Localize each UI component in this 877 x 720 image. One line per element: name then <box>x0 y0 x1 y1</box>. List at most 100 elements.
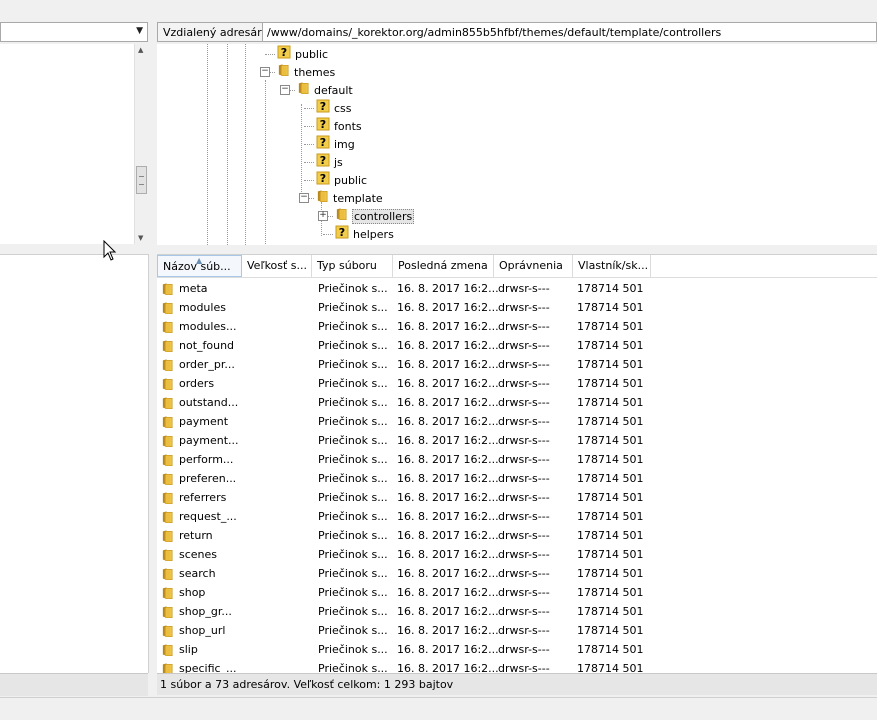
table-row[interactable]: shop_url Priečinok s... 16. 8. 2017 16:2..… <box>157 621 877 640</box>
cell-modified: 16. 8. 2017 16:2... <box>397 320 499 333</box>
local-tree-scrollbar[interactable]: ▲ ▼ <box>134 44 149 244</box>
column-header-modified[interactable]: Posledná zmena <box>393 255 494 277</box>
tree-node-css[interactable]: ? css <box>316 99 352 117</box>
table-row[interactable]: order_pr... Priečinok s... 16. 8. 2017 16:… <box>157 355 877 374</box>
table-row[interactable]: preferen... Priečinok s... 16. 8. 2017 16:… <box>157 469 877 488</box>
table-row[interactable]: return Priečinok s... 16. 8. 2017 16:2... d… <box>157 526 877 545</box>
local-tree[interactable] <box>0 44 149 244</box>
column-header-owner[interactable]: Vlastník/sk... <box>573 255 651 277</box>
cell-owner: 178714 501 <box>577 491 644 504</box>
table-row[interactable]: payment... Priečinok s... 16. 8. 2017 16:2… <box>157 431 877 450</box>
table-row[interactable]: shop_gr... Priečinok s... 16. 8. 2017 16:2… <box>157 602 877 621</box>
scroll-thumb[interactable] <box>136 166 147 194</box>
tree-guide-line <box>227 44 228 245</box>
table-row[interactable]: slip Priečinok s... 16. 8. 2017 16:2... drw… <box>157 640 877 659</box>
tree-node-label: js <box>334 156 343 169</box>
remote-status-bar: 1 súbor a 73 adresárov. Veľkosť celkom: … <box>157 673 877 695</box>
cell-modified: 16. 8. 2017 16:2... <box>397 434 499 447</box>
collapse-icon[interactable]: − <box>299 193 309 203</box>
table-row[interactable]: modules Priečinok s... 16. 8. 2017 16:2...… <box>157 298 877 317</box>
cell-type: Priečinok s... <box>318 605 388 618</box>
tree-node-default[interactable]: default <box>297 81 353 99</box>
cell-name: outstand... <box>179 396 239 409</box>
tree-node-fonts[interactable]: ? fonts <box>316 117 362 135</box>
cell-owner: 178714 501 <box>577 377 644 390</box>
cell-type: Priečinok s... <box>318 301 388 314</box>
tree-node-label: public <box>334 174 368 187</box>
cell-type: Priečinok s... <box>318 472 388 485</box>
cell-owner: 178714 501 <box>577 320 644 333</box>
chevron-down-icon[interactable]: ▼ <box>136 26 143 36</box>
cell-permissions: drwsr-s--- <box>498 529 550 542</box>
table-row[interactable]: specific_... Priečinok s... 16. 8. 2017 16… <box>157 659 877 673</box>
column-header-name[interactable]: Názov súb... ▲ <box>157 255 242 277</box>
table-row[interactable]: request_... Priečinok s... 16. 8. 2017 16:… <box>157 507 877 526</box>
tree-list-splitter[interactable] <box>157 245 877 253</box>
tree-node-helpers[interactable]: ? helpers <box>335 225 394 243</box>
cell-name: specific_... <box>179 662 237 673</box>
table-row[interactable]: search Priečinok s... 16. 8. 2017 16:2... d… <box>157 564 877 583</box>
local-file-list[interactable] <box>0 254 149 673</box>
cell-name: modules <box>179 301 226 314</box>
remote-address-input[interactable]: /www/domains/_korektor.org/admin855b5hfb… <box>262 22 877 42</box>
cell-type: Priečinok s... <box>318 662 388 673</box>
local-path-combo[interactable]: ▼ <box>0 22 148 42</box>
tree-node-template[interactable]: template <box>316 189 383 207</box>
expand-icon[interactable]: + <box>318 211 328 221</box>
tree-guide-line <box>245 44 246 245</box>
tree-node-img[interactable]: ? img <box>316 135 355 153</box>
table-row[interactable]: not_found Priečinok s... 16. 8. 2017 16:2.… <box>157 336 877 355</box>
cell-permissions: drwsr-s--- <box>498 662 550 673</box>
table-row[interactable]: perform... Priečinok s... 16. 8. 2017 16:2… <box>157 450 877 469</box>
remote-file-list[interactable]: Názov súb... ▲ Veľkosť s... Typ súboru Posle… <box>157 254 877 673</box>
svg-text:?: ? <box>320 172 326 185</box>
cell-name: search <box>179 567 216 580</box>
tree-node-public[interactable]: ? public <box>277 45 328 63</box>
cell-type: Priečinok s... <box>318 586 388 599</box>
table-row[interactable]: payment Priečinok s... 16. 8. 2017 16:2...… <box>157 412 877 431</box>
collapse-icon[interactable]: − <box>280 85 290 95</box>
tree-node-public[interactable]: ? public <box>316 171 367 189</box>
table-row[interactable]: meta Priečinok s... 16. 8. 2017 16:2... drw… <box>157 279 877 298</box>
table-row[interactable]: modules... Priečinok s... 16. 8. 2017 16:2… <box>157 317 877 336</box>
column-header-permissions[interactable]: Oprávnenia <box>494 255 573 277</box>
cell-name: perform... <box>179 453 234 466</box>
cell-name: meta <box>179 282 208 295</box>
scroll-down-icon[interactable]: ▼ <box>138 234 143 242</box>
cell-modified: 16. 8. 2017 16:2... <box>397 491 499 504</box>
cell-permissions: drwsr-s--- <box>498 586 550 599</box>
remote-tree[interactable]: ? public − themes − default? css? fonts? img? js?… <box>157 44 877 245</box>
column-header-size[interactable]: Veľkosť s... <box>242 255 312 277</box>
table-row[interactable]: shop Priečinok s... 16. 8. 2017 16:2... drw… <box>157 583 877 602</box>
cell-type: Priečinok s... <box>318 548 388 561</box>
column-header-label: Veľkosť s... <box>247 259 308 272</box>
cell-owner: 178714 501 <box>577 282 644 295</box>
tree-node-label: public <box>295 48 329 61</box>
cell-permissions: drwsr-s--- <box>498 434 550 447</box>
tree-node-controllers[interactable]: controllers <box>335 207 415 225</box>
table-row[interactable]: referrers Priečinok s... 16. 8. 2017 16:2.… <box>157 488 877 507</box>
column-header-type[interactable]: Typ súboru <box>312 255 393 277</box>
table-row[interactable]: outstand... Priečinok s... 16. 8. 2017 16:… <box>157 393 877 412</box>
svg-text:?: ? <box>320 136 326 149</box>
cell-permissions: drwsr-s--- <box>498 320 550 333</box>
tree-guide-line <box>304 144 314 145</box>
cell-modified: 16. 8. 2017 16:2... <box>397 453 499 466</box>
mouse-cursor-icon <box>103 240 117 261</box>
pane-divider[interactable] <box>150 14 156 697</box>
tree-node-themes[interactable]: themes <box>277 63 335 81</box>
table-row[interactable]: orders Priečinok s... 16. 8. 2017 16:2... d… <box>157 374 877 393</box>
cell-owner: 178714 501 <box>577 643 644 656</box>
collapse-icon[interactable]: − <box>260 67 270 77</box>
cell-owner: 178714 501 <box>577 624 644 637</box>
tree-node-js[interactable]: ? js <box>316 153 343 171</box>
folder-icon <box>316 189 329 209</box>
table-row[interactable]: scenes Priečinok s... 16. 8. 2017 16:2... d… <box>157 545 877 564</box>
cell-modified: 16. 8. 2017 16:2... <box>397 624 499 637</box>
tree-guide-line <box>304 162 314 163</box>
unknown-folder-icon: ? <box>316 99 330 119</box>
cell-modified: 16. 8. 2017 16:2... <box>397 282 499 295</box>
cell-name: payment <box>179 415 229 428</box>
scroll-up-icon[interactable]: ▲ <box>138 46 143 54</box>
cell-type: Priečinok s... <box>318 434 388 447</box>
